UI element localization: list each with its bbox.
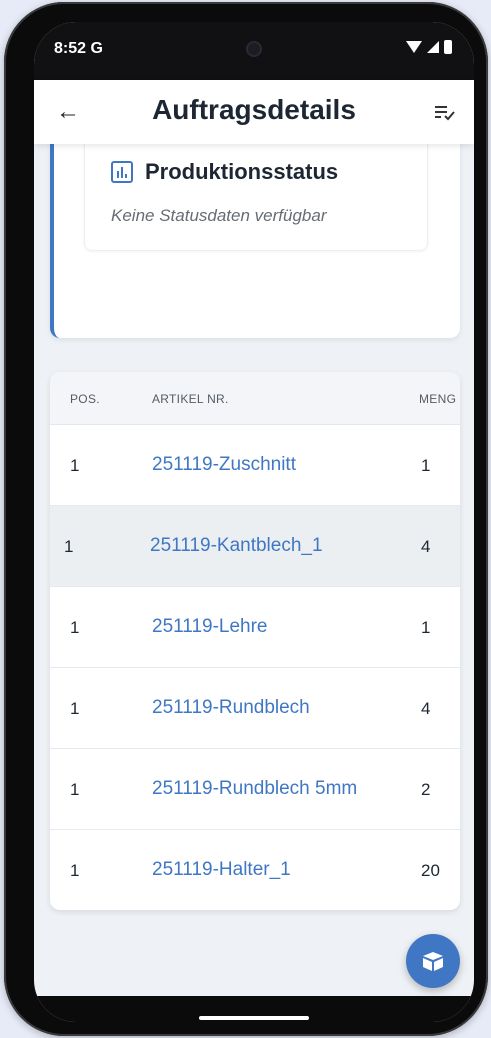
article-link[interactable]: 251119-Kantblech_1	[150, 535, 323, 557]
header-artikel: ARTIKEL NR.	[152, 392, 229, 406]
production-status-header: Produktionsstatus	[111, 159, 338, 185]
carrier-icon: G	[90, 40, 103, 57]
battery-icon	[444, 40, 452, 54]
status-card: Produktionsstatus Keine Statusdaten verf…	[50, 124, 460, 338]
article-link[interactable]: 251119-Halter_1	[152, 859, 291, 881]
app-bar: ← Auftragsdetails	[34, 80, 474, 144]
article-link[interactable]: 251119-Lehre	[152, 616, 268, 638]
content-area: Produktionsstatus Keine Statusdaten verf…	[34, 124, 474, 1022]
cell-menge: 2	[421, 780, 431, 799]
cell-pos: 1	[70, 861, 80, 880]
table-row[interactable]: 1 251119-Zuschnitt 1	[50, 425, 460, 506]
status-bar: 8:52 G	[34, 22, 474, 80]
status-icons	[406, 40, 452, 54]
article-link[interactable]: 251119-Zuschnitt	[152, 454, 296, 476]
cell-menge: 4	[421, 537, 431, 556]
no-status-message: Keine Statusdaten verfügbar	[111, 206, 327, 225]
wifi-icon	[406, 41, 422, 53]
cell-menge: 20	[421, 861, 440, 880]
cell-menge: 1	[421, 618, 431, 637]
cell-pos: 1	[70, 699, 80, 718]
cell-menge: 4	[421, 699, 431, 718]
package-box-icon	[423, 952, 443, 971]
table-body: 1 251119-Zuschnitt 1 1 251119-Kantblech_…	[50, 425, 460, 910]
filter-list-button[interactable]	[434, 102, 456, 122]
article-link[interactable]: 251119-Rundblech	[152, 697, 310, 719]
table-header: POS. ARTIKEL NR. MENG	[50, 372, 460, 425]
table-row[interactable]: 1 251119-Kantblech_1 4	[50, 506, 460, 587]
cell-pos: 1	[70, 780, 80, 799]
production-status-title: Produktionsstatus	[145, 159, 339, 184]
table-row[interactable]: 1 251119-Halter_1 20	[50, 830, 460, 910]
cell-pos: 1	[70, 456, 80, 475]
cell-pos: 1	[70, 618, 80, 637]
table-row[interactable]: 1 251119-Lehre 1	[50, 587, 460, 668]
article-link[interactable]: 251119-Rundblech 5mm	[152, 778, 357, 800]
filter-list-icon	[435, 106, 455, 121]
screen: 8:52 G ← Auftragsdetails Produktionsstat…	[34, 22, 474, 1022]
page-title: Auftragsdetails	[152, 94, 356, 125]
header-pos: POS.	[70, 392, 100, 406]
bar-chart-icon	[111, 161, 133, 183]
table-row[interactable]: 1 251119-Rundblech 4	[50, 668, 460, 749]
signal-icon	[427, 41, 439, 53]
table-row[interactable]: 1 251119-Rundblech 5mm 2	[50, 749, 460, 830]
positions-table: POS. ARTIKEL NR. MENG 1 251119-Zuschnitt…	[50, 372, 460, 910]
package-fab-button[interactable]	[406, 934, 460, 988]
cell-menge: 1	[421, 456, 431, 475]
home-indicator[interactable]	[199, 1016, 309, 1020]
cell-pos: 1	[64, 537, 74, 556]
front-camera	[246, 41, 262, 57]
phone-frame: 8:52 G ← Auftragsdetails Produktionsstat…	[4, 2, 488, 1036]
header-menge: MENG	[419, 392, 457, 406]
status-time: 8:52 G	[54, 40, 103, 57]
